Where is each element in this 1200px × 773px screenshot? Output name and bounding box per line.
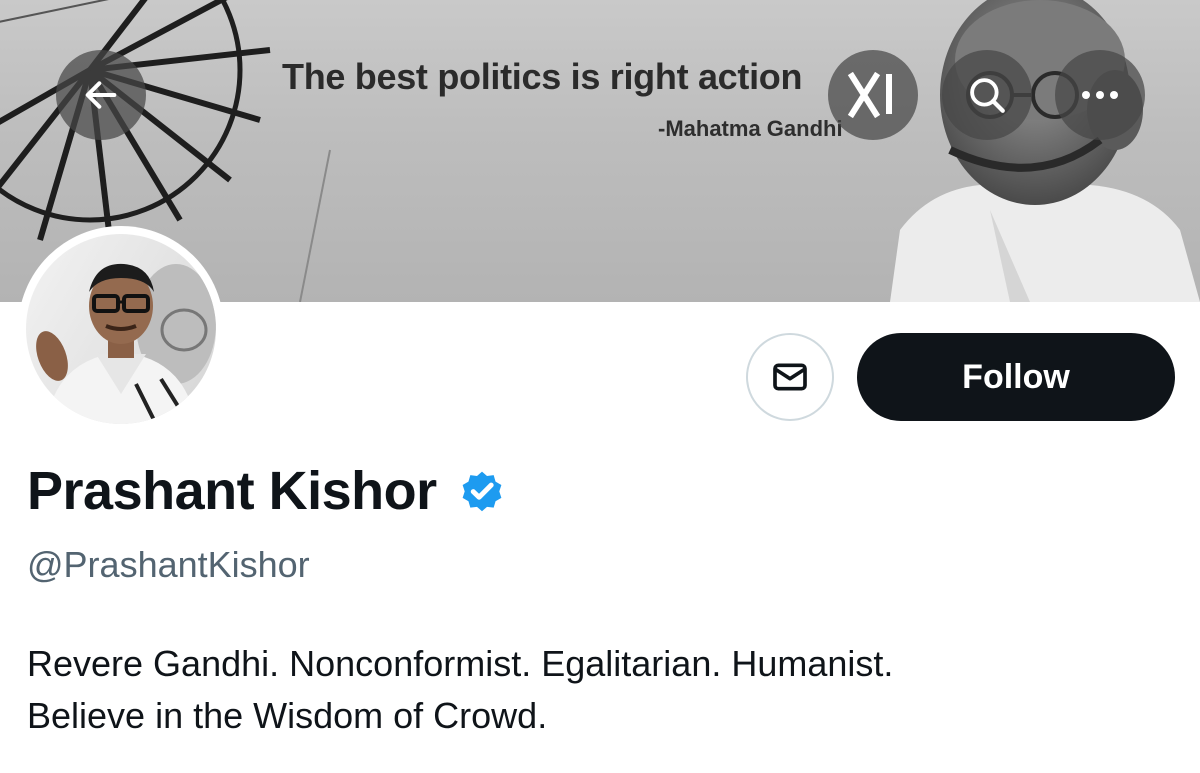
profile-bio: Revere Gandhi. Nonconformist. Egalitaria…: [27, 638, 1177, 742]
avatar-person-graphic: [36, 263, 216, 424]
message-button[interactable]: [746, 333, 834, 421]
profile-name-row: Prashant Kishor: [27, 460, 507, 522]
banner-quote-author: -Mahatma Gandhi: [658, 116, 843, 141]
mail-icon: [773, 363, 807, 391]
grok-button[interactable]: [828, 50, 918, 140]
display-name: Prashant Kishor: [27, 461, 437, 521]
more-horizontal-icon: [1082, 91, 1118, 99]
xai-logo-icon: [847, 72, 892, 118]
more-options-button[interactable]: [1055, 50, 1145, 140]
verified-badge-icon[interactable]: [457, 466, 507, 516]
search-button[interactable]: [942, 50, 1032, 140]
gandhi-portrait-image: [890, 0, 1200, 302]
avatar-photo: [26, 234, 216, 424]
follow-button[interactable]: Follow: [857, 333, 1175, 421]
profile-handle: @PrashantKishor: [27, 544, 310, 585]
profile-avatar[interactable]: [18, 226, 224, 432]
arrow-left-icon: [85, 81, 117, 109]
back-button[interactable]: [56, 50, 146, 140]
banner-quote: The best politics is right action: [282, 56, 803, 97]
bio-line: Believe in the Wisdom of Crowd.: [27, 695, 548, 736]
search-icon: [970, 78, 1005, 113]
bio-line: Revere Gandhi. Nonconformist. Egalitaria…: [27, 643, 894, 684]
